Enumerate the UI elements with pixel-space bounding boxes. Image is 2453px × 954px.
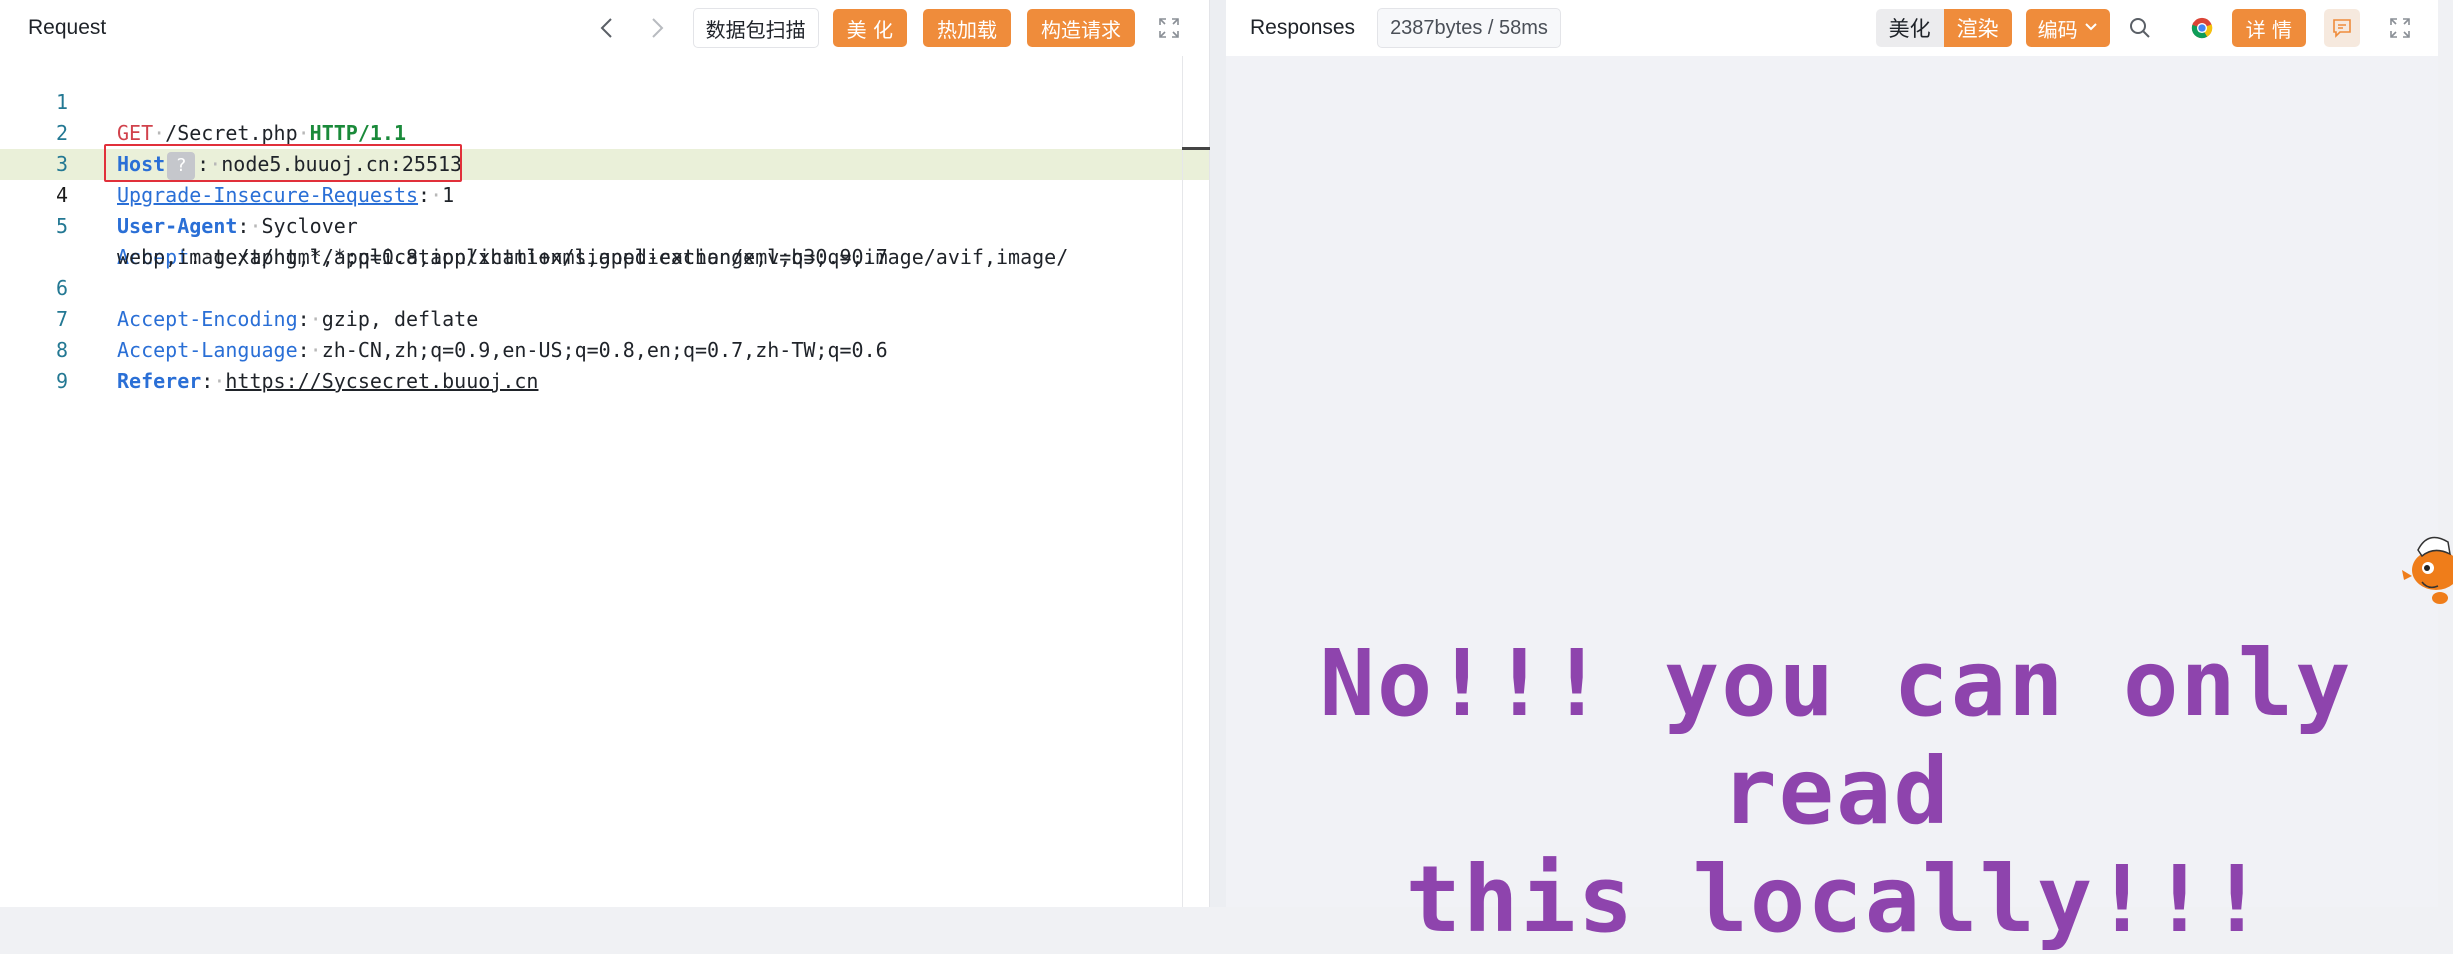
back-arrow-icon[interactable]	[593, 8, 621, 48]
response-header: Responses 2387bytes / 58ms 美化 渲染 编码 详 情	[1226, 0, 2438, 56]
code-line[interactable]: 6 Accept-Encoding:·gzip, deflate	[0, 242, 1180, 331]
line-number: 9	[55, 369, 68, 393]
request-header: Request 数据包扫描 美 化 热加载 构造请求	[0, 0, 1209, 56]
response-panel: Responses 2387bytes / 58ms 美化 渲染 编码 详 情 …	[1226, 0, 2438, 953]
highlight-box	[104, 144, 462, 182]
forward-arrow-icon[interactable]	[643, 8, 671, 48]
editor-scrollbar-track[interactable]	[1182, 56, 1183, 907]
construct-request-button[interactable]: 构造请求	[1027, 9, 1135, 47]
response-title: Responses	[1250, 16, 1356, 39]
mascot-helper-icon[interactable]	[2398, 520, 2453, 610]
code-line[interactable]: 8 Referer:·https://Sycsecret.buuoj.cn	[0, 304, 1180, 393]
scroll-position-marker[interactable]	[1182, 147, 1210, 150]
comment-icon[interactable]	[2324, 9, 2360, 47]
view-mode-toggle: 美化 渲染	[1875, 9, 2012, 47]
hotload-button[interactable]: 热加载	[923, 9, 1011, 47]
response-message: No!!! you can only read this locally!!!	[1266, 630, 2406, 954]
chevron-down-icon	[2084, 20, 2098, 36]
code-line-wrap[interactable]: webp,image/apng,*/*;q=0.8,application/si…	[0, 211, 1180, 269]
panel-divider[interactable]	[1210, 0, 1226, 907]
code-line[interactable]: 7 Accept-Language:·zh-CN,zh;q=0.9,en-US;…	[0, 273, 1180, 362]
code-line[interactable]: 9	[0, 335, 1180, 393]
response-size-badge: 2387bytes / 58ms	[1377, 8, 1561, 48]
referer-link[interactable]: https://Sycsecret.buuoj.cn	[225, 369, 538, 393]
fullscreen-icon[interactable]	[2382, 9, 2418, 47]
encoding-dropdown[interactable]: 编码	[2025, 9, 2110, 47]
response-message-line1: No!!! you can only read	[1319, 630, 2353, 845]
beautify-button[interactable]: 美 化	[832, 9, 907, 47]
request-panel: Request 数据包扫描 美 化 热加载 构造请求 1 GET·/Secret…	[0, 0, 1210, 907]
chrome-icon[interactable]	[2184, 9, 2220, 47]
packet-scan-button[interactable]: 数据包扫描	[692, 8, 819, 48]
fullscreen-icon[interactable]	[1151, 9, 1187, 47]
search-icon[interactable]	[2122, 9, 2158, 47]
render-view-button[interactable]: 渲染	[1943, 9, 2012, 47]
beautify-view-button[interactable]: 美化	[1875, 9, 1944, 47]
response-message-line2: this locally!!!	[1405, 846, 2267, 953]
detail-button[interactable]: 详 情	[2231, 9, 2306, 47]
code-line[interactable]: 5 Accept:·text/html,application/xhtml+xm…	[0, 180, 1180, 269]
header-key: Referer	[117, 369, 202, 393]
code-line[interactable]: 1 GET·/Secret.php·HTTP/1.1	[0, 56, 1180, 145]
code-line[interactable]: 2 Host?:·node5.buuoj.cn:25513	[0, 87, 1180, 180]
encoding-label: 编码	[2037, 17, 2078, 42]
request-title: Request	[28, 16, 107, 39]
